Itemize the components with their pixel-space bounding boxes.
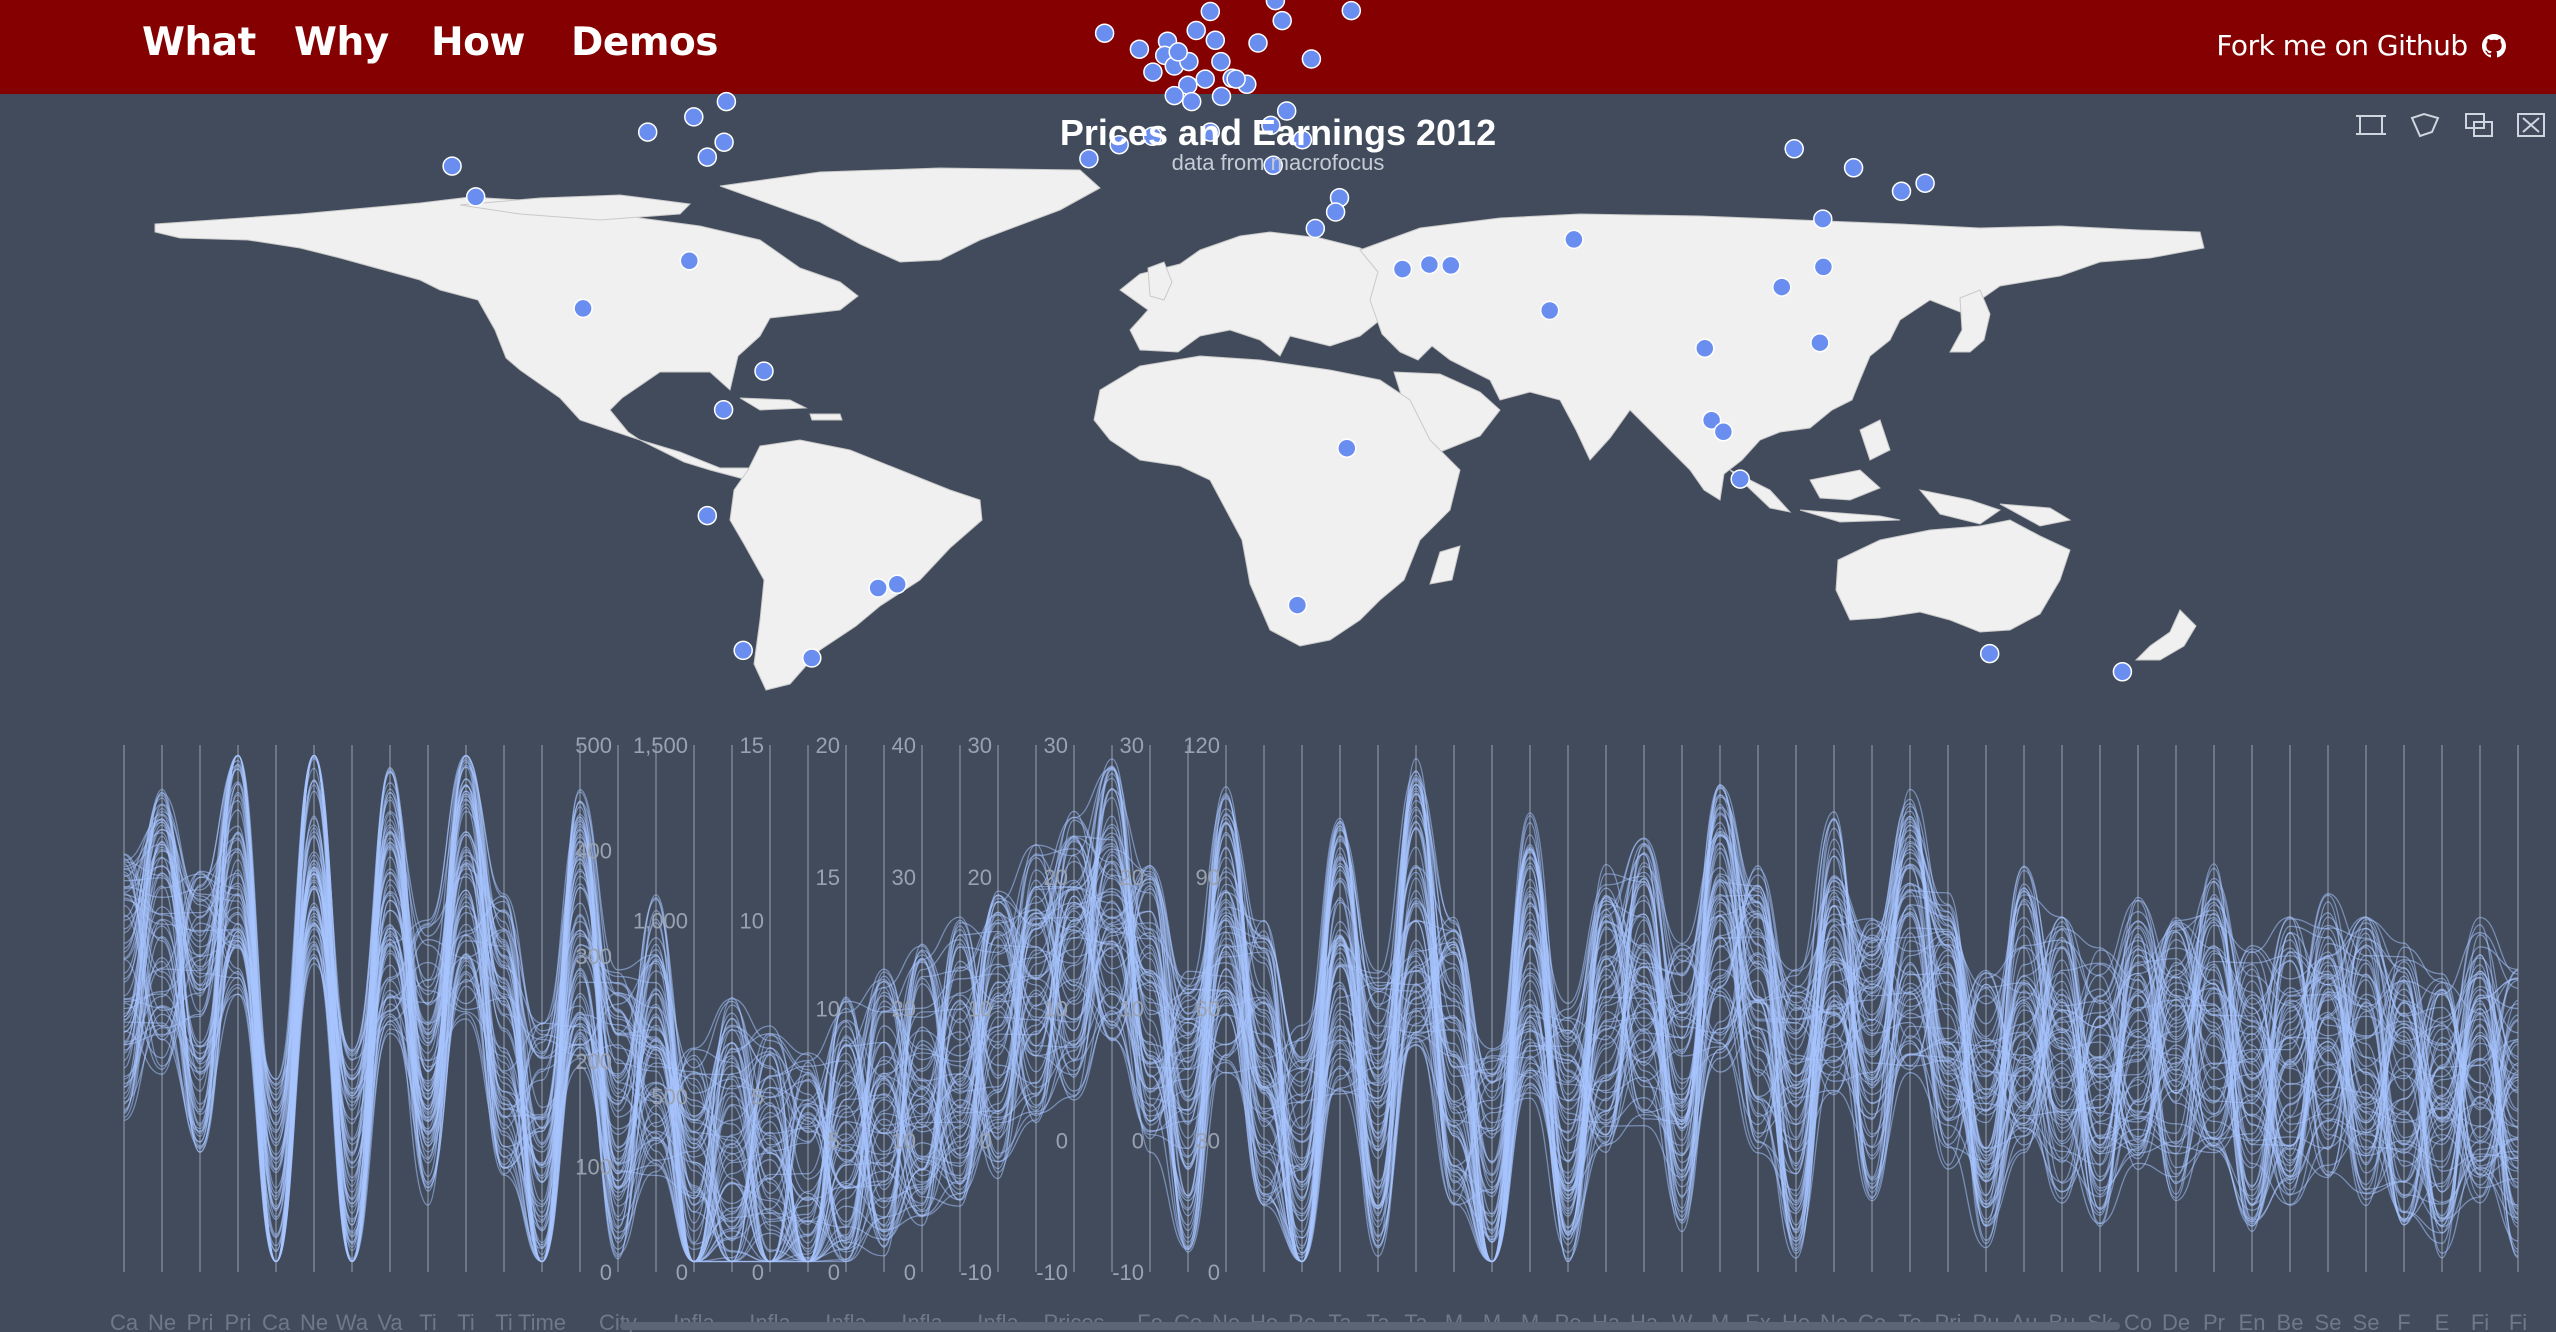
pc-tick-label: 10 [1120, 997, 1144, 1022]
pc-tick-label: 15 [816, 865, 840, 890]
pc-dimension-name: Pri [187, 1310, 214, 1332]
pc-dimension-name: Ti [457, 1310, 475, 1332]
pc-tick-label: 300 [575, 944, 612, 969]
pc-tick-label: 20 [1120, 865, 1144, 890]
pc-dimension-name: Ti [495, 1310, 513, 1332]
pc-dimension-name: Time [518, 1310, 566, 1332]
pc-dimension-name: Pri [225, 1310, 252, 1332]
pc-dimension-name: E [2435, 1310, 2450, 1332]
horizontal-scrollbar[interactable] [620, 1322, 2120, 1330]
pc-tick-label: 0 [752, 1260, 764, 1285]
pc-tick-label: 200 [575, 1049, 612, 1074]
pc-tick-label: 1,500 [633, 733, 688, 758]
pc-tick-label: 100 [575, 1155, 612, 1180]
pc-tick-label: 120 [1183, 733, 1220, 758]
pc-tick-label: 30 [1044, 733, 1068, 758]
pc-dimension-name: Ne [300, 1310, 328, 1332]
pc-dimension-name: Va [377, 1310, 403, 1332]
pc-tick-label: 1,000 [633, 909, 688, 934]
pc-tick-label: 0 [676, 1260, 688, 1285]
pc-tick-label: 0 [600, 1260, 612, 1285]
pc-dimension-name: De [2162, 1310, 2190, 1332]
pc-tick-label: 60 [1196, 997, 1220, 1022]
pc-tick-label: 90 [1196, 865, 1220, 890]
pc-tick-label: 0 [1208, 1260, 1220, 1285]
pc-tick-label: -10 [1036, 1260, 1068, 1285]
pc-dimension-name: Ca [262, 1310, 291, 1332]
pc-dimension-name: Co [2124, 1310, 2152, 1332]
pc-tick-label: 5 [752, 1084, 764, 1109]
pc-dimension-name: Be [2277, 1310, 2304, 1332]
pc-tick-label: 5 [828, 1128, 840, 1153]
pc-dimension-name: Pr [2203, 1310, 2225, 1332]
pc-tick-label: 15 [740, 733, 764, 758]
pc-dimension-name: Fi [2471, 1310, 2489, 1332]
pc-tick-label: 30 [1196, 1128, 1220, 1153]
pc-tick-label: 500 [575, 733, 612, 758]
pc-tick-label: 500 [651, 1084, 688, 1109]
pc-tick-label: -10 [960, 1260, 992, 1285]
pc-tick-label: 0 [1132, 1128, 1144, 1153]
pc-dimension-name: F [2397, 1310, 2410, 1332]
pc-tick-label: 400 [575, 838, 612, 863]
pc-dimension-name: Fi [2509, 1310, 2527, 1332]
pc-tick-label: 20 [892, 997, 916, 1022]
pc-dimension-name: Wa [336, 1310, 369, 1332]
pc-tick-label: 30 [968, 733, 992, 758]
pc-dimension-name: Ca [110, 1310, 139, 1332]
pc-tick-label: 20 [1044, 865, 1068, 890]
pc-tick-label: 10 [1044, 997, 1068, 1022]
pc-dimension-name: Se [2315, 1310, 2342, 1332]
pc-tick-label: 10 [816, 997, 840, 1022]
pc-dimension-name: Ne [148, 1310, 176, 1332]
pc-dimension-name: Ti [419, 1310, 437, 1332]
pc-tick-label: -10 [1112, 1260, 1144, 1285]
pc-tick-label: 0 [828, 1260, 840, 1285]
pc-lines [123, 754, 2519, 1263]
pc-tick-label: 20 [968, 865, 992, 890]
parallel-coordinates-chart: 50040030020010001,5001,00050001510502015… [110, 733, 2527, 1332]
pc-tick-label: 0 [1056, 1128, 1068, 1153]
pc-tick-label: 40 [892, 733, 916, 758]
pc-tick-label: 0 [904, 1260, 916, 1285]
pc-tick-label: 30 [892, 865, 916, 890]
pc-tick-label: 0 [980, 1128, 992, 1153]
pc-tick-label: 10 [968, 997, 992, 1022]
pc-dimension-name: En [2239, 1310, 2266, 1332]
pc-dimension-name: Se [2353, 1310, 2380, 1332]
pc-tick-label: 10 [740, 909, 764, 934]
pc-tick-label: 30 [1120, 733, 1144, 758]
pc-tick-label: 20 [816, 733, 840, 758]
pc-tick-label: 10 [892, 1128, 916, 1153]
